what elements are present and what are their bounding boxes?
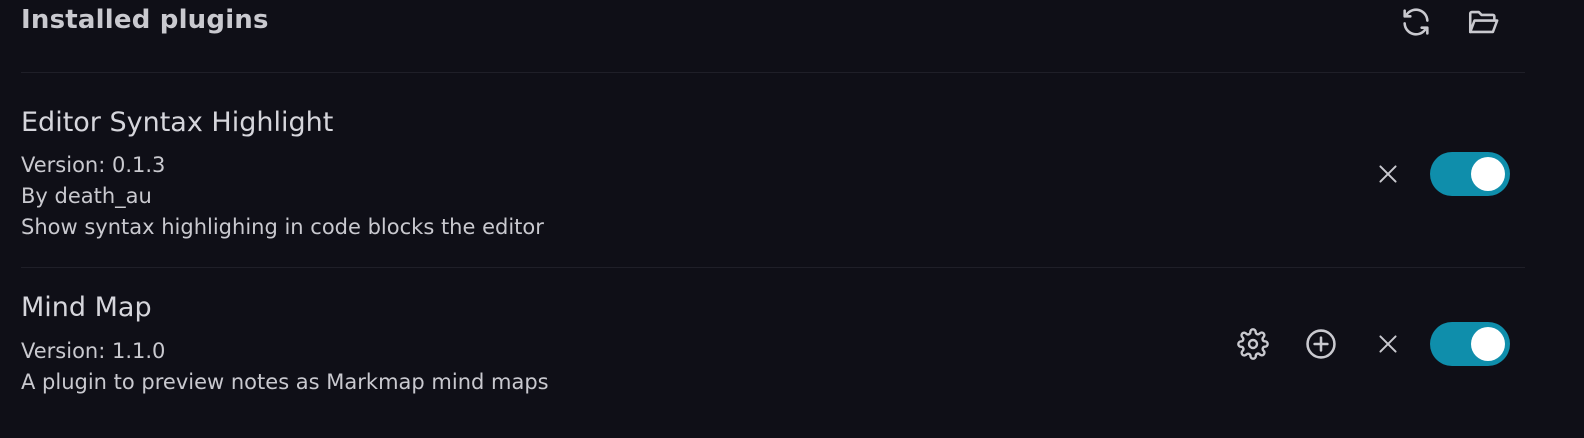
plugin-name: Mind Map	[21, 292, 152, 323]
plugin-version: Version: 1.1.0	[21, 339, 166, 363]
close-icon	[1379, 335, 1397, 353]
plugin-enabled-toggle[interactable]	[1430, 322, 1510, 366]
plus-circle-icon	[1306, 329, 1336, 359]
plugin-description: Show syntax highlighing in code blocks t…	[21, 215, 544, 239]
plugin-enabled-toggle[interactable]	[1430, 152, 1510, 196]
gear-icon	[1237, 328, 1269, 360]
uninstall-plugin-button[interactable]	[1368, 154, 1408, 194]
open-plugins-folder-button[interactable]	[1463, 2, 1503, 42]
plugin-version: Version: 0.1.3	[21, 153, 166, 177]
refresh-icon	[1403, 8, 1429, 36]
plugin-item-mind-map: Mind Map Version: 1.1.0 A plugin to prev…	[21, 268, 1525, 438]
plugin-name: Editor Syntax Highlight	[21, 107, 334, 138]
toggle-knob	[1471, 157, 1505, 191]
plugin-item-editor-syntax-highlight: Editor Syntax Highlight Version: 0.1.3 B…	[21, 73, 1525, 268]
open-folder-icon	[1468, 10, 1499, 34]
uninstall-plugin-button[interactable]	[1368, 324, 1408, 364]
reload-plugins-button[interactable]	[1396, 2, 1436, 42]
toggle-knob	[1471, 327, 1505, 361]
plugins-settings-page: Installed plugins Editor Syntax Highligh…	[0, 0, 1584, 438]
plugin-author: By death_au	[21, 184, 152, 208]
page-title: Installed plugins	[21, 5, 269, 35]
close-icon	[1379, 165, 1397, 183]
plugin-settings-button[interactable]	[1233, 324, 1273, 364]
plugins-header: Installed plugins	[21, 0, 1525, 73]
add-hotkey-button[interactable]	[1301, 324, 1341, 364]
plugin-description: A plugin to preview notes as Markmap min…	[21, 370, 549, 394]
